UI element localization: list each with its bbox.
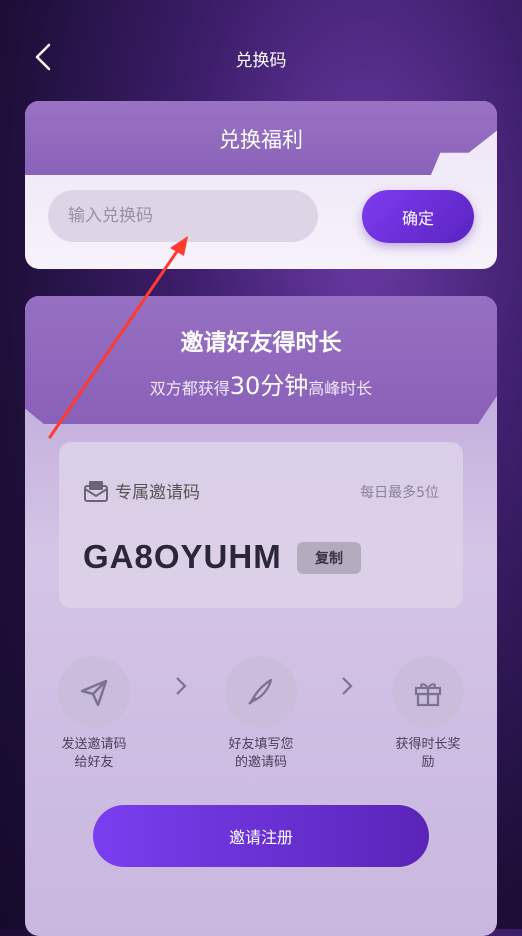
invite-subtitle: 双方都获得30分钟高峰时长 xyxy=(25,366,497,401)
invite-code: GA8OYUHM xyxy=(83,538,282,575)
invite-register-button[interactable]: 邀请注册 xyxy=(93,805,429,867)
step-reward-circle xyxy=(392,656,464,728)
envelope-icon xyxy=(84,480,108,502)
page-title: 兑换码 xyxy=(235,51,287,71)
code-label: 专属邀请码 xyxy=(115,483,200,503)
step-fill-line1: 好友填写您 xyxy=(228,737,294,752)
invite-subtitle-post: 高峰时长 xyxy=(308,379,373,398)
code-label-row: 专属邀请码 xyxy=(83,478,200,503)
daily-limit: 每日最多5位 xyxy=(360,485,439,501)
confirm-button[interactable]: 确定 xyxy=(362,190,474,243)
redeem-code-input[interactable] xyxy=(48,190,318,242)
invite-subtitle-pre: 双方都获得 xyxy=(149,379,230,398)
redeem-card: 兑换福利 确定 xyxy=(25,101,497,269)
step-send-line2: 给好友 xyxy=(74,755,114,770)
step-reward-label: 获得时长奖 励 xyxy=(368,736,488,772)
pen-icon xyxy=(248,678,273,705)
invite-title: 邀请好友得时长 xyxy=(180,330,342,356)
step-fill-label: 好友填写您 的邀请码 xyxy=(201,736,321,772)
step-reward: 获得时长奖 励 xyxy=(368,656,488,772)
chevron-right-icon xyxy=(342,677,353,695)
step-reward-line2: 励 xyxy=(421,755,435,770)
copy-button[interactable]: 复制 xyxy=(297,542,361,574)
step-send-circle xyxy=(58,656,130,728)
step-fill-line2: 的邀请码 xyxy=(234,755,287,770)
step-send-label: 发送邀请码 给好友 xyxy=(34,736,154,772)
invite-subtitle-highlight: 30分钟 xyxy=(229,372,309,400)
invite-card: 邀请好友得时长 双方都获得30分钟高峰时长 专属邀请码 每日最多5位 GA8OY… xyxy=(25,296,497,936)
send-icon xyxy=(80,679,108,707)
step-send: 发送邀请码 给好友 xyxy=(34,656,154,772)
step-send-line1: 发送邀请码 xyxy=(61,737,127,752)
redeem-title: 兑换福利 xyxy=(219,128,303,152)
step-fill: 好友填写您 的邀请码 xyxy=(201,656,321,772)
step-fill-circle xyxy=(225,656,297,728)
step-reward-line1: 获得时长奖 xyxy=(395,737,461,752)
top-bar: 兑换码 xyxy=(0,30,522,86)
gift-icon xyxy=(414,683,442,707)
status-bar xyxy=(0,0,522,26)
invite-card-header xyxy=(25,296,497,424)
invite-code-box: 专属邀请码 每日最多5位 GA8OYUHM 复制 xyxy=(59,442,463,608)
chevron-right-icon xyxy=(176,677,187,695)
